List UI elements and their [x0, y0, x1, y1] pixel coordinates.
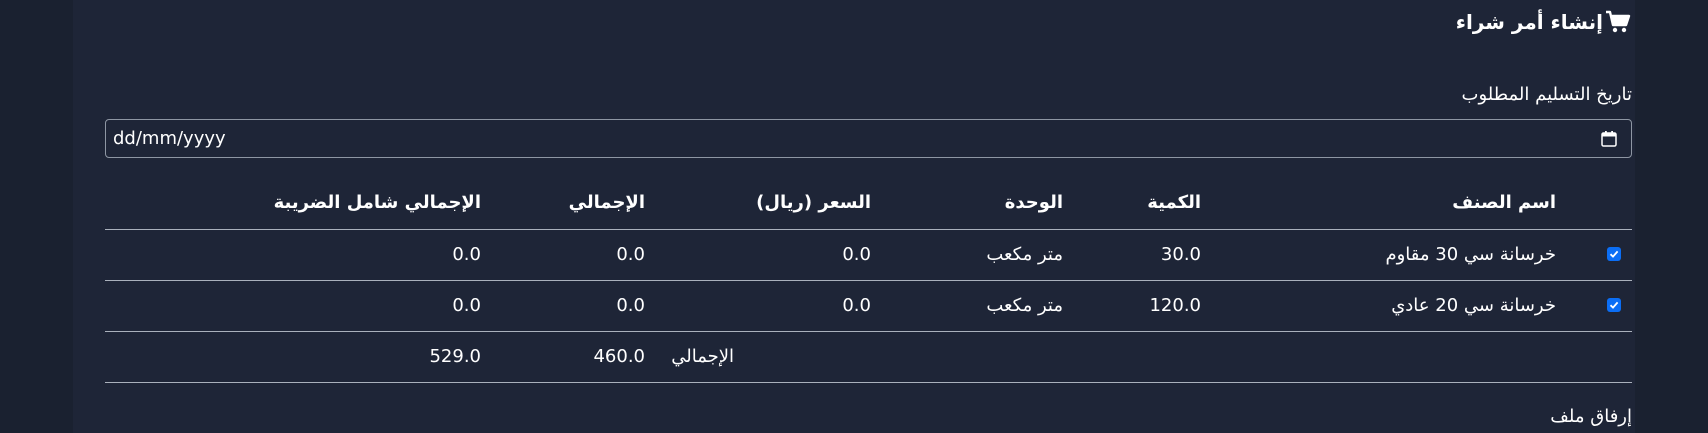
attach-file-label: إرفاق ملف [1550, 406, 1632, 427]
calendar-icon[interactable] [1601, 131, 1617, 151]
page-title-text: إنشاء أمر شراء [1455, 10, 1603, 34]
summary-total-with-tax: 529.0 [429, 346, 481, 367]
row-price: 0.0 [842, 244, 871, 265]
header-item-name: اسم الصنف [1452, 192, 1556, 213]
row-total: 0.0 [616, 295, 645, 316]
row-quantity: 120.0 [1149, 295, 1201, 316]
date-placeholder: dd/mm/yyyy [113, 128, 226, 149]
content-panel [73, 0, 1635, 433]
page: إنشاء أمر شراء تاريخ التسليم المطلوب dd/… [0, 0, 1708, 433]
header-total: الإجمالي [568, 192, 645, 213]
row-quantity: 30.0 [1160, 244, 1201, 265]
summary-label: الإجمالي [671, 346, 734, 367]
table-divider [105, 229, 1632, 230]
table-divider [105, 280, 1632, 281]
cart-icon [1605, 10, 1631, 34]
delivery-date-input[interactable]: dd/mm/yyyy [105, 119, 1632, 158]
row-checkbox[interactable] [1607, 298, 1621, 312]
delivery-date-label: تاريخ التسليم المطلوب [1461, 84, 1632, 105]
row-total: 0.0 [616, 244, 645, 265]
row-unit: متر مكعب [986, 244, 1063, 265]
summary-total: 460.0 [593, 346, 645, 367]
row-item-name: خرسانة سي 30 مقاوم [1385, 244, 1556, 265]
row-checkbox[interactable] [1607, 247, 1621, 261]
row-unit: متر مكعب [986, 295, 1063, 316]
header-total-with-tax: الإجمالي شامل الضريبة [273, 192, 481, 213]
header-quantity: الكمية [1147, 192, 1201, 213]
row-item-name: خرسانة سي 20 عادي [1391, 295, 1556, 316]
page-title: إنشاء أمر شراء [1456, 10, 1631, 34]
row-total-with-tax: 0.0 [452, 244, 481, 265]
table-divider [105, 331, 1632, 332]
header-unit: الوحدة [1004, 192, 1063, 213]
row-price: 0.0 [842, 295, 871, 316]
header-price: السعر (ريال) [756, 192, 871, 213]
table-divider [105, 382, 1632, 383]
row-total-with-tax: 0.0 [452, 295, 481, 316]
